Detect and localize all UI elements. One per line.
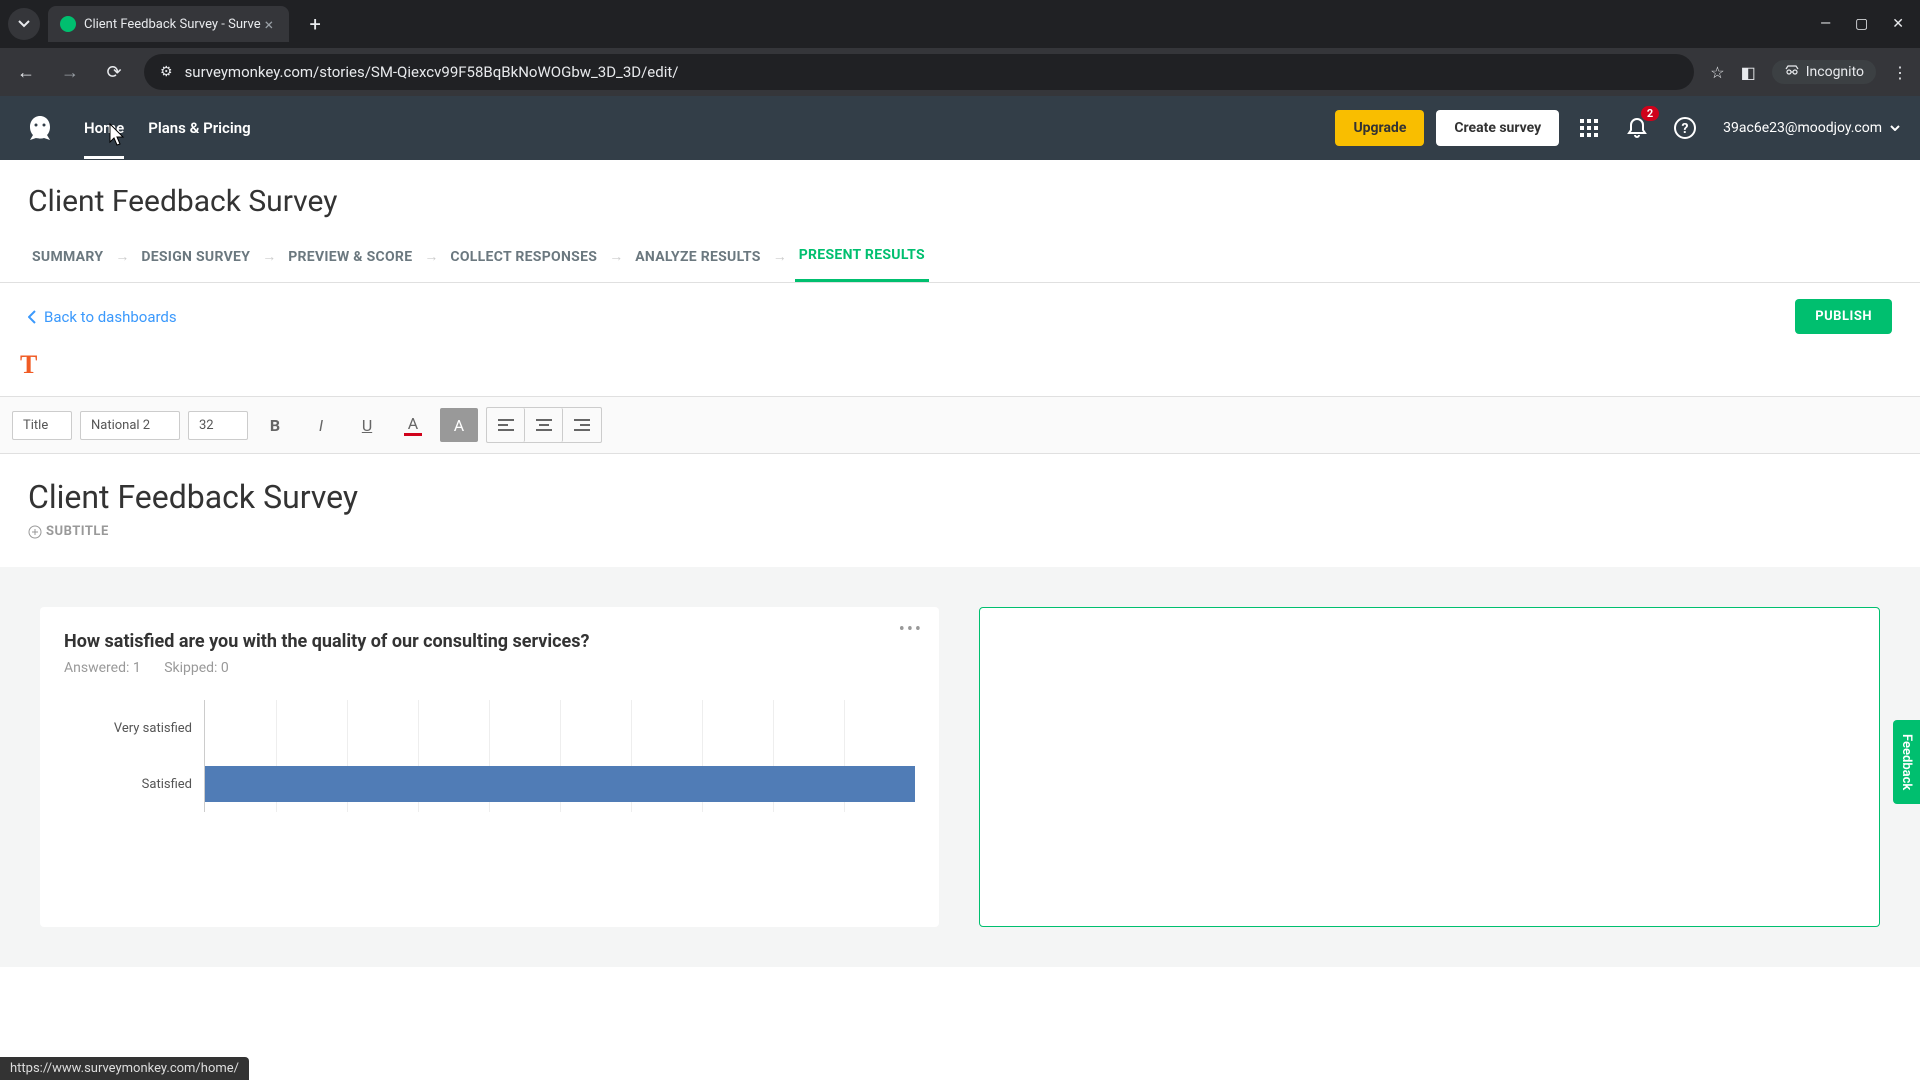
bold-button[interactable]: B xyxy=(256,408,294,442)
nav-home[interactable]: Home xyxy=(84,97,124,159)
back-icon[interactable]: ← xyxy=(12,62,40,83)
editor-title[interactable]: Client Feedback Survey xyxy=(28,478,1892,516)
notification-badge: 2 xyxy=(1641,106,1659,121)
tab-collect[interactable]: COLLECT RESPONSES xyxy=(446,233,601,281)
empty-card-slot[interactable] xyxy=(979,607,1880,927)
add-subtitle-button[interactable]: SUBTITLE xyxy=(28,524,1892,539)
svg-text:?: ? xyxy=(1682,121,1689,137)
text-tool-icon[interactable]: T xyxy=(20,350,37,379)
forward-icon[interactable]: → xyxy=(56,62,84,83)
bar-chart: Very satisfied Satisfied xyxy=(64,700,915,812)
chart-label: Satisfied xyxy=(64,777,204,792)
size-select[interactable]: 32 xyxy=(188,411,248,440)
tab-preview[interactable]: PREVIEW & SCORE xyxy=(284,233,416,281)
align-center-button[interactable] xyxy=(525,408,563,442)
user-email: 39ac6e23@moodjoy.com xyxy=(1723,120,1882,136)
tab-analyze[interactable]: ANALYZE RESULTS xyxy=(631,233,765,281)
arrow-icon: → xyxy=(609,248,623,265)
arrow-icon: → xyxy=(424,248,438,265)
close-window-icon[interactable]: ✕ xyxy=(1892,16,1904,32)
feedback-tab[interactable]: Feedback xyxy=(1893,720,1920,804)
help-icon[interactable]: ? xyxy=(1667,110,1703,146)
incognito-icon xyxy=(1784,65,1800,79)
highlight-button[interactable]: A xyxy=(440,408,478,442)
incognito-badge[interactable]: Incognito xyxy=(1772,60,1876,84)
reload-icon[interactable]: ⟳ xyxy=(100,62,128,83)
back-to-dashboards-link[interactable]: Back to dashboards xyxy=(28,308,177,326)
create-survey-button[interactable]: Create survey xyxy=(1436,110,1559,146)
new-tab-button[interactable]: + xyxy=(301,10,329,38)
text-color-button[interactable]: A xyxy=(394,408,432,442)
chart-row: Very satisfied xyxy=(64,700,915,756)
status-bar: https://www.surveymonkey.com/home/ xyxy=(0,1057,249,1080)
notifications-icon[interactable]: 2 xyxy=(1619,110,1655,146)
close-tab-icon[interactable]: × xyxy=(261,15,278,34)
tabs-dropdown[interactable] xyxy=(8,8,40,40)
card-menu-icon[interactable]: ••• xyxy=(899,619,923,640)
nav-plans[interactable]: Plans & Pricing xyxy=(148,97,250,159)
url-text: surveymonkey.com/stories/SM-Qiexcv99F58B… xyxy=(185,63,679,81)
subtitle-label: SUBTITLE xyxy=(46,524,109,539)
upgrade-button[interactable]: Upgrade xyxy=(1335,110,1424,146)
browser-tab[interactable]: Client Feedback Survey - Surve × xyxy=(48,6,289,42)
chart-row: Satisfied xyxy=(64,756,915,812)
italic-button[interactable]: I xyxy=(302,408,340,442)
question-text: How satisfied are you with the quality o… xyxy=(64,631,915,652)
font-select[interactable]: National 2 xyxy=(80,411,180,440)
chart-label: Very satisfied xyxy=(64,721,204,736)
side-panel-icon[interactable]: ◧ xyxy=(1741,63,1756,82)
plus-circle-icon xyxy=(28,525,42,539)
question-card[interactable]: ••• How satisfied are you with the quali… xyxy=(40,607,939,927)
publish-button[interactable]: PUBLISH xyxy=(1795,299,1892,334)
style-select[interactable]: Title xyxy=(12,411,72,440)
site-settings-icon[interactable]: ⚙ xyxy=(160,64,173,80)
address-bar[interactable]: ⚙ surveymonkey.com/stories/SM-Qiexcv99F5… xyxy=(144,54,1694,90)
surveymonkey-logo[interactable] xyxy=(20,108,60,148)
chevron-down-icon xyxy=(1890,125,1900,131)
workflow-tabs: SUMMARY → DESIGN SURVEY → PREVIEW & SCOR… xyxy=(0,231,1920,283)
editor-toolbar: Title National 2 32 B I U A A xyxy=(0,397,1920,454)
browser-menu-icon[interactable]: ⋮ xyxy=(1892,63,1908,82)
arrow-icon: → xyxy=(773,248,787,265)
answered-count: Answered: 1 xyxy=(64,660,141,676)
align-left-button[interactable] xyxy=(487,408,525,442)
align-right-button[interactable] xyxy=(563,408,601,442)
apps-grid-icon[interactable] xyxy=(1571,110,1607,146)
user-menu[interactable]: 39ac6e23@moodjoy.com xyxy=(1723,120,1900,136)
bookmark-icon[interactable]: ☆ xyxy=(1710,63,1724,82)
incognito-label: Incognito xyxy=(1806,64,1864,80)
chart-bar xyxy=(205,766,915,802)
tab-present[interactable]: PRESENT RESULTS xyxy=(795,231,929,282)
arrow-icon: → xyxy=(115,248,129,265)
chevron-left-icon xyxy=(28,310,36,324)
tab-design[interactable]: DESIGN SURVEY xyxy=(137,233,254,281)
minimize-icon[interactable]: — xyxy=(1820,16,1831,32)
arrow-icon: → xyxy=(262,248,276,265)
skipped-count: Skipped: 0 xyxy=(164,660,229,676)
maximize-icon[interactable]: ▢ xyxy=(1855,16,1868,32)
underline-button[interactable]: U xyxy=(348,408,386,442)
favicon-icon xyxy=(60,16,76,32)
page-title: Client Feedback Survey xyxy=(28,184,1892,219)
tab-summary[interactable]: SUMMARY xyxy=(28,233,107,281)
back-label: Back to dashboards xyxy=(44,308,177,326)
tab-title: Client Feedback Survey - Surve xyxy=(84,17,261,32)
